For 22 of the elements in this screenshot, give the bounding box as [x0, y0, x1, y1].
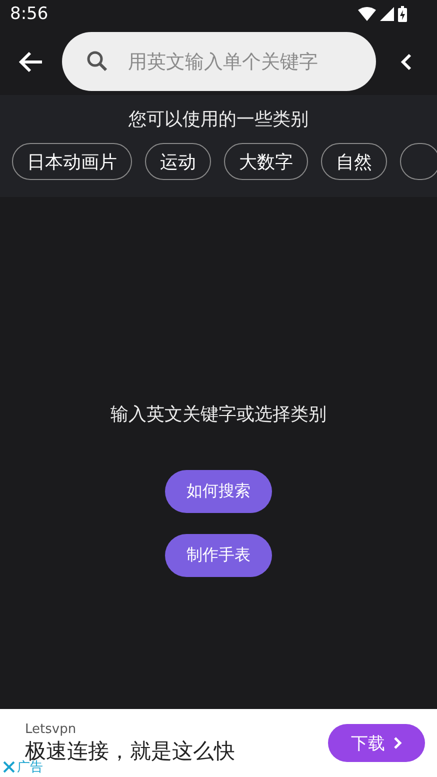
chevron-right-icon	[393, 736, 402, 750]
status-time: 8:56	[10, 4, 48, 24]
action-button[interactable]: 如何搜索	[165, 470, 272, 513]
back-arrow-icon	[18, 50, 44, 72]
search-field[interactable]: 用英文输入单个关键字	[62, 32, 376, 91]
ad-headline: 极速连接，就是这么快	[25, 738, 236, 762]
empty-message: 输入英文关键字或选择类别	[110, 403, 326, 426]
ad-advertiser: Letsvpn	[25, 722, 78, 736]
battery-icon	[398, 6, 407, 22]
chevron-left-icon	[400, 52, 412, 70]
category-chip[interactable]: 日本动画片	[12, 143, 132, 180]
wifi-icon	[358, 7, 376, 21]
search-icon	[86, 50, 108, 72]
download-button[interactable]: 下载	[328, 724, 425, 762]
close-icon[interactable]	[3, 761, 15, 773]
category-chip[interactable]: 运动	[145, 143, 211, 180]
signal-icon	[380, 7, 394, 21]
categories-title: 您可以使用的一些类别	[128, 108, 308, 131]
action-button[interactable]: 制作手表	[165, 534, 272, 577]
category-chip[interactable]: 自然	[321, 143, 387, 180]
category-chip[interactable]: 大数字	[224, 143, 308, 180]
ad-label: 广告	[17, 760, 43, 776]
